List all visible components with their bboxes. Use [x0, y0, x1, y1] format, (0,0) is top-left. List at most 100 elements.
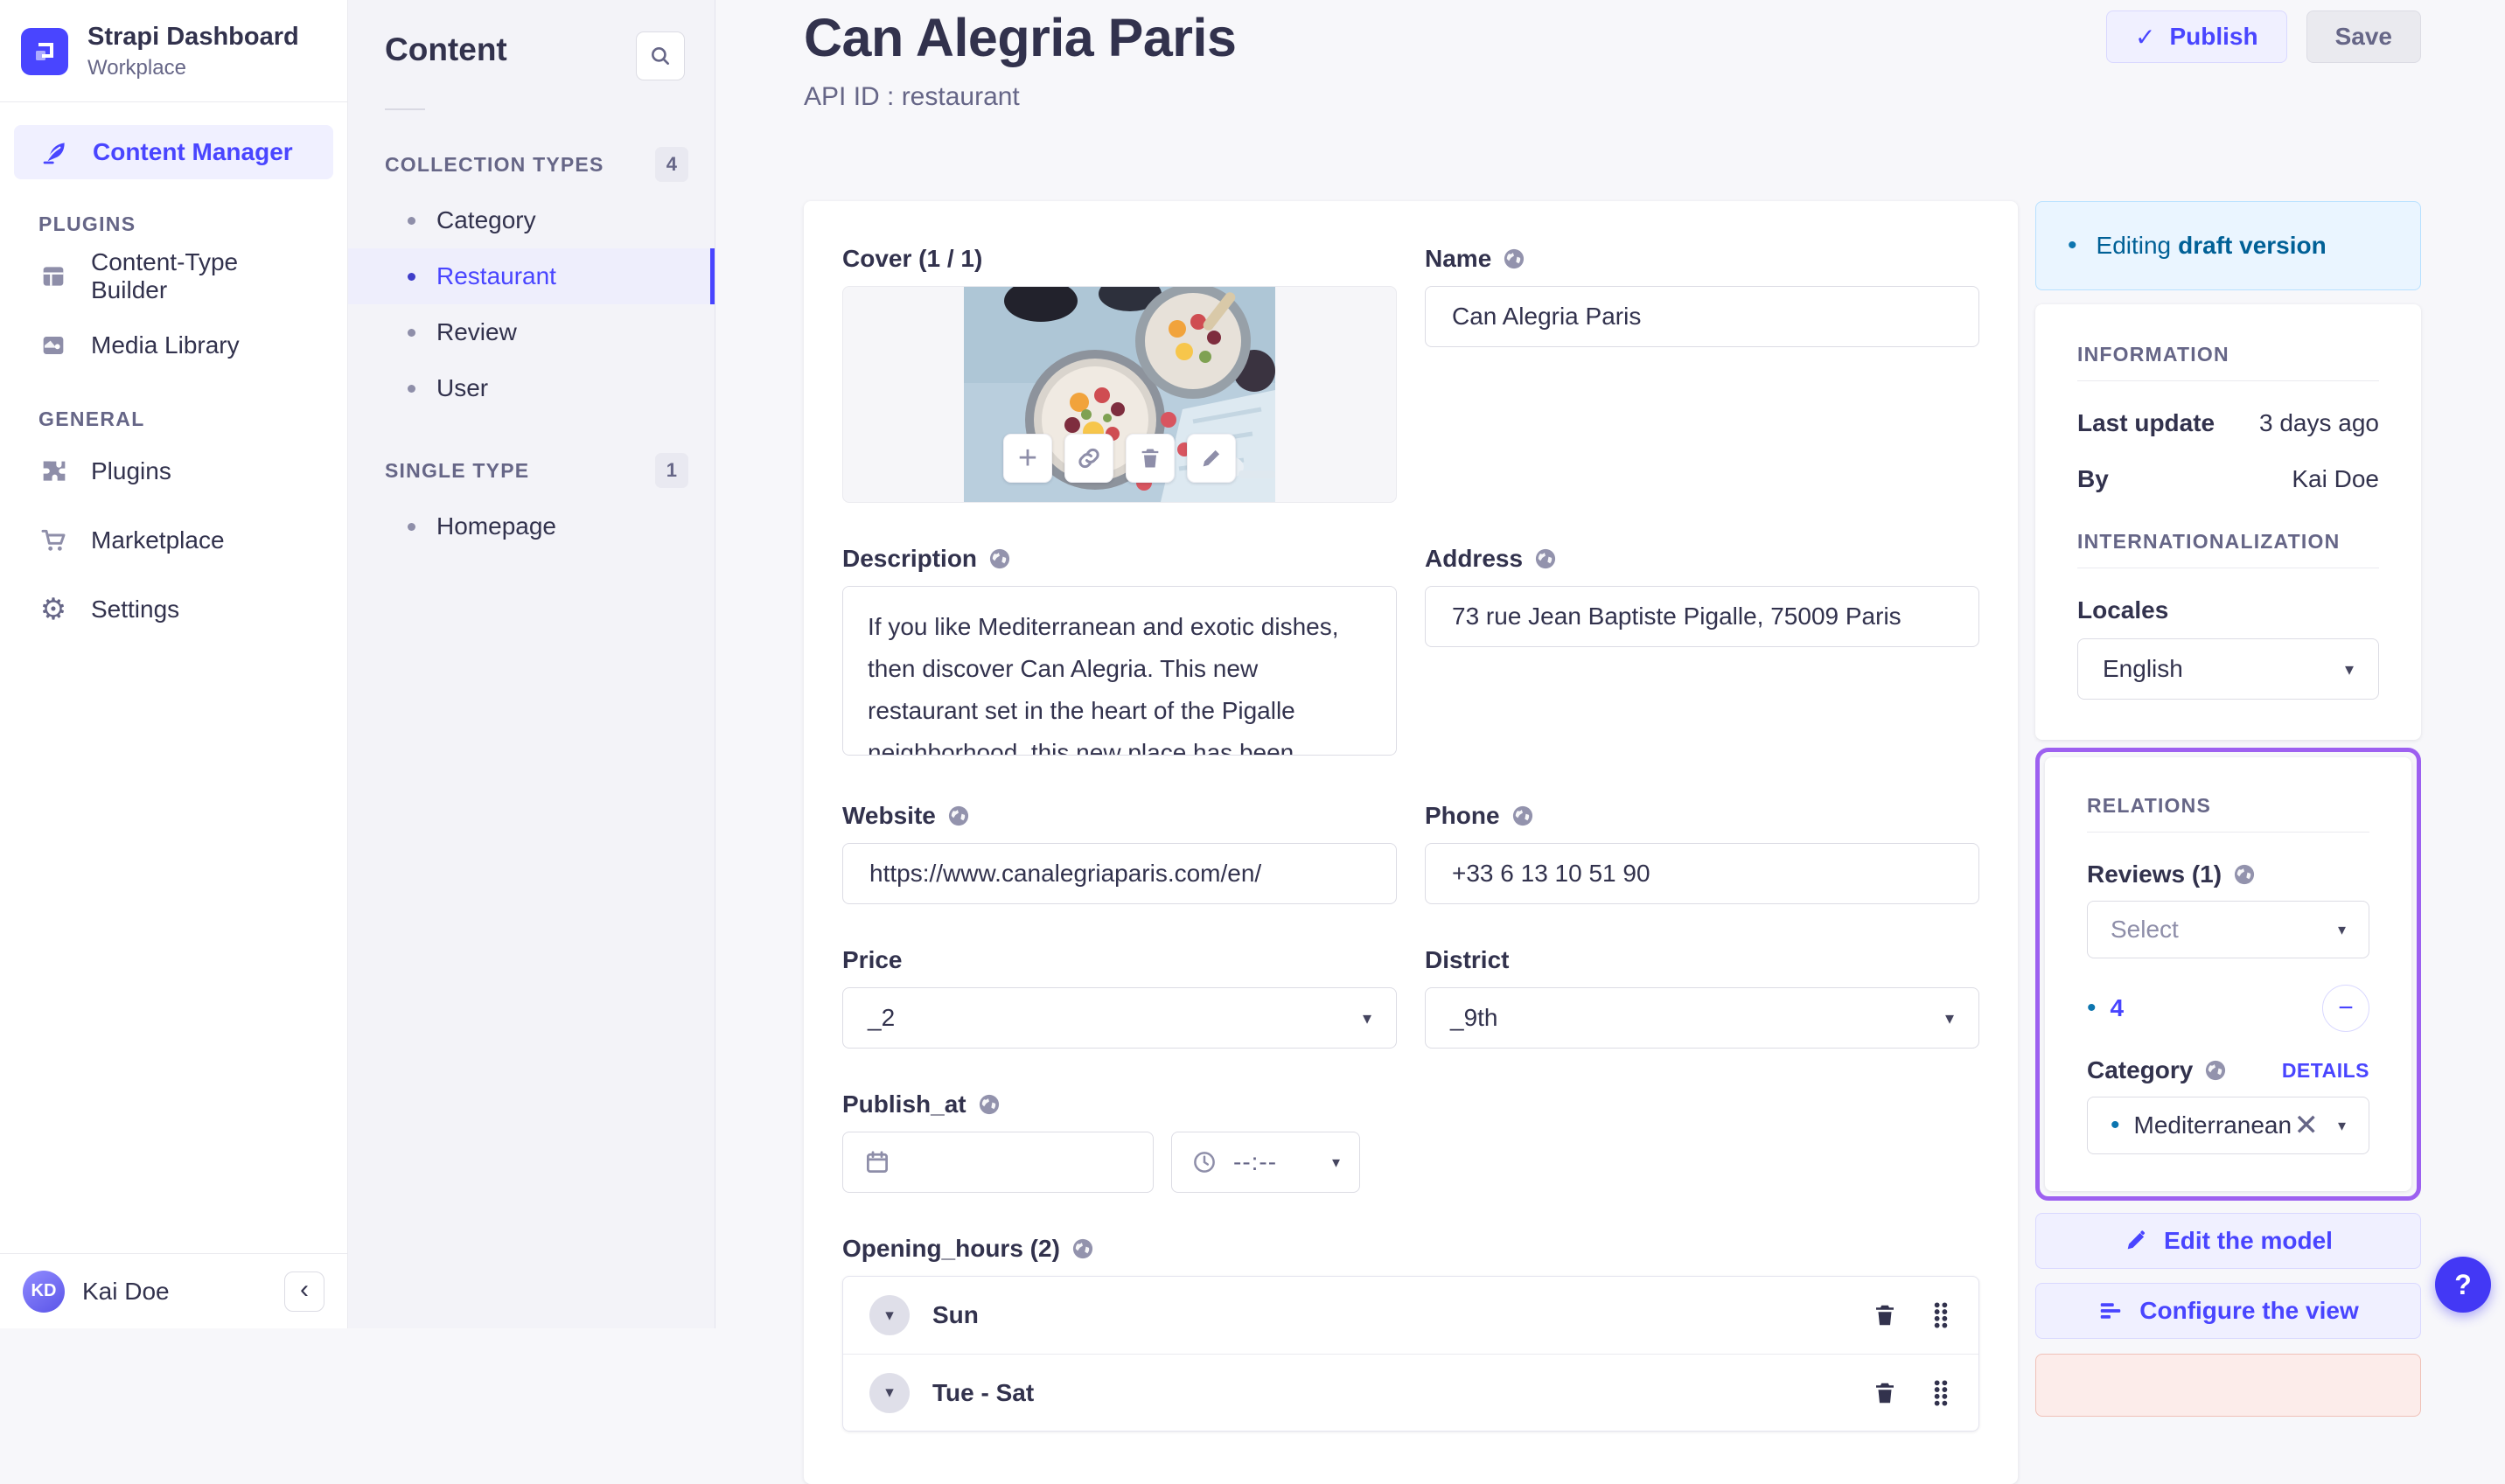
locales-label: Locales [2077, 596, 2169, 624]
accordion-toggle-button[interactable]: ▾ [869, 1372, 910, 1413]
minus-icon: − [2338, 993, 2354, 1022]
strapi-dashboard-page: Strapi Dashboard Workplace Content Manag… [0, 0, 2505, 1484]
drag-dots-icon [1934, 1379, 1948, 1406]
remove-relation-button[interactable]: − [2322, 985, 2369, 1032]
subnav-item-category[interactable]: Category [348, 192, 715, 248]
publish-at-date-input[interactable] [842, 1132, 1154, 1193]
chevron-down-icon: ▾ [1944, 1008, 1954, 1028]
trash-icon [1138, 446, 1162, 470]
copy-link-button[interactable] [1064, 434, 1113, 483]
chevron-down-icon: ▾ [2337, 1116, 2346, 1134]
category-relation-select[interactable]: • Mediterranean ✕ ▾ [2087, 1097, 2369, 1154]
brand: Strapi Dashboard Workplace [0, 0, 347, 101]
accordion-toggle-button[interactable]: ▾ [869, 1295, 910, 1335]
drag-handle[interactable] [1929, 1301, 1952, 1329]
collection-types-count-badge: 4 [654, 147, 688, 182]
category-value: Mediterranean [2133, 1111, 2292, 1139]
subnav-item-label: User [436, 374, 489, 401]
entry-side-panel: • Editing draft version INFORMATION Last … [2035, 201, 2421, 1417]
description-textarea[interactable]: If you like Mediterranean and exotic dis… [842, 586, 1397, 756]
single-type-count-badge: 1 [654, 453, 688, 488]
website-input[interactable] [842, 843, 1397, 904]
subnav-item-user[interactable]: User [348, 360, 715, 416]
subnav-item-label: Restaurant [436, 262, 556, 289]
trash-icon [1876, 1305, 1894, 1326]
address-field-label: Address [1425, 545, 1979, 573]
status-dot-icon: • [2087, 993, 2097, 1022]
opening-hours-row-title: Tue - Sat [932, 1378, 1035, 1406]
entry-form-card: Cover (1 / 1) + Name Can Alegria Paris D… [804, 201, 2018, 1484]
divider [0, 101, 347, 103]
subnav-item-review[interactable]: Review [348, 304, 715, 360]
draft-status-prefix: Editing [2096, 232, 2172, 259]
review-relation-item[interactable]: • 4 [2087, 994, 2124, 1022]
edit-media-button[interactable] [1187, 434, 1236, 483]
information-card: INFORMATION Last update 3 days ago By Ka… [2035, 304, 2421, 740]
sidebar-item-content-manager[interactable]: Content Manager [14, 125, 333, 180]
divider [2087, 832, 2369, 833]
draft-status-emphasis: draft version [2178, 232, 2327, 259]
brand-title: Strapi Dashboard [87, 23, 299, 51]
reviews-relation-select[interactable]: Select ▾ [2087, 901, 2369, 958]
opening-hours-component: ▾ Sun ▾ Tue - Sat [842, 1276, 1979, 1432]
question-mark-icon: ? [2454, 1268, 2472, 1300]
delete-row-button[interactable] [1872, 1302, 1898, 1328]
gear-icon: ⚙ [39, 592, 67, 626]
phone-input[interactable] [1425, 843, 1979, 904]
sidebar-item-media-library[interactable]: Media Library [0, 310, 347, 380]
search-button[interactable] [636, 31, 685, 80]
bullet-icon [408, 272, 415, 281]
cover-field-label: Cover (1 / 1) [842, 245, 983, 272]
delete-media-button[interactable] [1126, 434, 1175, 483]
brand-subtitle: Workplace [87, 56, 186, 80]
opening-hours-field-label: Opening_hours (2) [842, 1235, 1979, 1263]
publish-at-time-input[interactable]: --:-- ▾ [1171, 1132, 1360, 1193]
address-input[interactable] [1425, 586, 1979, 647]
chevron-down-icon: ▾ [885, 1306, 894, 1325]
draft-status-banner: • Editing draft version [2035, 201, 2421, 290]
sidebar-item-label: Media Library [91, 331, 240, 359]
collapse-sidebar-button[interactable]: ‹ [284, 1271, 324, 1312]
configure-view-button[interactable]: Configure the view [2035, 1283, 2421, 1339]
price-select[interactable]: _2 ▾ [842, 987, 1397, 1049]
globe-icon [987, 547, 1012, 571]
divider [385, 108, 425, 110]
subnav-item-restaurant[interactable]: Restaurant [348, 248, 715, 304]
opening-hours-row-tue-sat: ▾ Tue - Sat [843, 1354, 1978, 1431]
danger-action-button[interactable] [2035, 1354, 2421, 1417]
sidebar-item-label: Settings [91, 595, 180, 623]
district-select[interactable]: _9th ▾ [1425, 987, 1979, 1049]
publish-button[interactable]: ✓ Publish [2106, 10, 2287, 63]
save-button[interactable]: Save [2306, 10, 2421, 63]
bullet-icon [408, 384, 415, 393]
globe-icon [1511, 804, 1535, 828]
help-button[interactable]: ? [2435, 1257, 2491, 1313]
relations-highlight-outline: RELATIONS Reviews (1) Select ▾ • 4 − Cat… [2035, 748, 2421, 1201]
check-icon: ✓ [2135, 23, 2156, 51]
sidebar-item-content-type-builder[interactable]: Content-Type Builder [0, 241, 347, 310]
name-input[interactable] [1425, 286, 1979, 347]
drag-handle[interactable] [1929, 1379, 1952, 1407]
add-media-button[interactable]: + [1003, 434, 1052, 483]
opening-hours-row-title: Sun [932, 1301, 979, 1328]
website-field-label: Website [842, 802, 1397, 830]
details-link[interactable]: DETAILS [2282, 1059, 2369, 1083]
subnav-item-label: Category [436, 206, 536, 233]
user-row: KD Kai Doe ‹ [0, 1254, 347, 1328]
chevron-down-icon: ▾ [2344, 659, 2354, 679]
sidebar-item-plugins[interactable]: Plugins [0, 436, 347, 505]
content-subnav: Content COLLECTION TYPES 4 Category Rest… [348, 0, 715, 1328]
price-field-label: Price [842, 946, 903, 973]
edit-model-button[interactable]: Edit the model [2035, 1213, 2421, 1269]
close-icon[interactable]: ✕ [2293, 1111, 2319, 1140]
picture-icon [38, 331, 68, 360]
reviews-field-label: Reviews (1) [2087, 860, 2257, 888]
globe-icon [1533, 547, 1558, 571]
avatar: KD [23, 1270, 65, 1313]
sidebar-item-marketplace[interactable]: Marketplace [0, 505, 347, 575]
delete-row-button[interactable] [1872, 1380, 1898, 1406]
locale-select[interactable]: English ▾ [2077, 638, 2379, 700]
subnav-item-homepage[interactable]: Homepage [348, 498, 715, 554]
cover-media-field[interactable]: + [842, 286, 1397, 503]
sidebar-item-settings[interactable]: ⚙ Settings [0, 575, 347, 644]
